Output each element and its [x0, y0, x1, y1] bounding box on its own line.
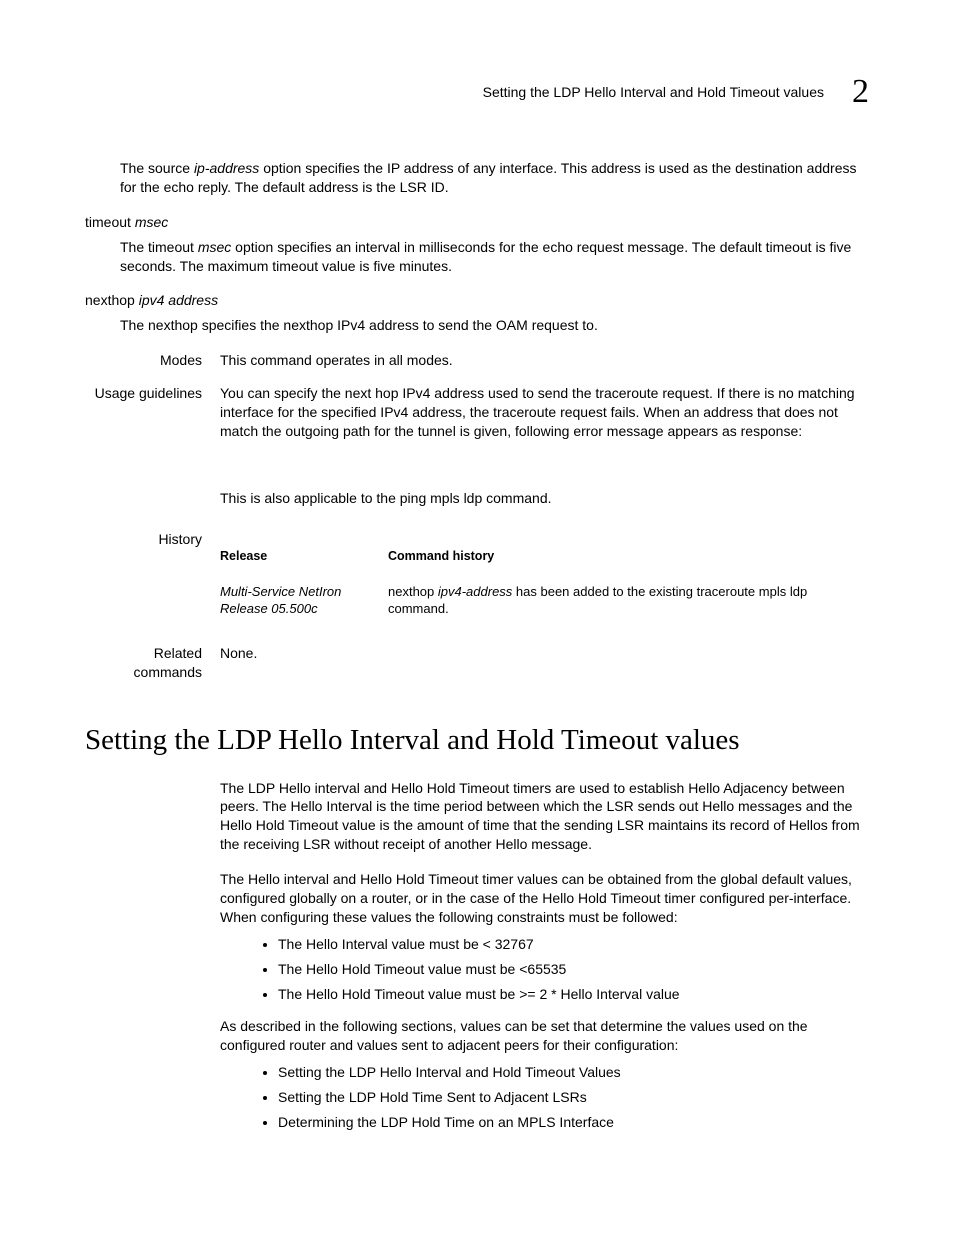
timeout-option-label: timeout msec — [85, 213, 869, 232]
list-item: The Hello Hold Timeout value must be <65… — [278, 960, 869, 979]
section-body: The LDP Hello interval and Hello Hold Ti… — [220, 779, 869, 1132]
history-label: History — [85, 530, 220, 618]
page: Setting the LDP Hello Interval and Hold … — [0, 0, 954, 1235]
related-label: Related commands — [85, 644, 220, 682]
nexthop-option-label: nexthop ipv4 address — [85, 291, 869, 310]
history-col2-head: Command history — [388, 548, 869, 565]
list-item: Setting the LDP Hello Interval and Hold … — [278, 1063, 869, 1082]
running-title: Setting the LDP Hello Interval and Hold … — [483, 83, 824, 102]
section-p3: As described in the following sections, … — [220, 1017, 869, 1055]
list-item: Determining the LDP Hold Time on an MPLS… — [278, 1113, 869, 1132]
usage-para1: You can specify the next hop IPv4 addres… — [220, 384, 869, 441]
history-body: Release Command history Multi-Service Ne… — [220, 530, 869, 618]
history-change: nexthop ipv4-address has been added to t… — [388, 583, 869, 618]
usage-row: Usage guidelines You can specify the nex… — [85, 384, 869, 524]
usage-body: You can specify the next hop IPv4 addres… — [220, 384, 869, 524]
nexthop-option-desc: The nexthop specifies the nexthop IPv4 a… — [85, 316, 869, 335]
section-heading: Setting the LDP Hello Interval and Hold … — [85, 721, 869, 760]
timeout-option-desc: The timeout msec option specifies an int… — [85, 238, 869, 276]
constraints-list: The Hello Interval value must be < 32767… — [220, 935, 869, 1004]
related-row: Related commands None. — [85, 644, 869, 682]
usage-label: Usage guidelines — [85, 384, 220, 524]
modes-row: Modes This command operates in all modes… — [85, 351, 869, 370]
source-option-desc: The source ip-address option specifies t… — [85, 159, 869, 197]
list-item: The Hello Interval value must be < 32767 — [278, 935, 869, 954]
topics-list: Setting the LDP Hello Interval and Hold … — [220, 1063, 869, 1132]
history-col1-head: Release — [220, 548, 388, 565]
list-item: The Hello Hold Timeout value must be >= … — [278, 985, 869, 1004]
history-release: Multi-Service NetIron Release 05.500c — [220, 583, 388, 618]
chapter-number: 2 — [852, 75, 869, 109]
history-row: History Release Command history Multi-Se… — [85, 530, 869, 618]
section-p2: The Hello interval and Hello Hold Timeou… — [220, 870, 869, 927]
related-text: None. — [220, 644, 869, 682]
section-p1: The LDP Hello interval and Hello Hold Ti… — [220, 779, 869, 855]
related-label-line2: commands — [85, 663, 202, 682]
modes-label: Modes — [85, 351, 220, 370]
history-table-head: Release Command history — [220, 548, 869, 579]
history-table-row: Multi-Service NetIron Release 05.500c ne… — [220, 583, 869, 618]
running-header: Setting the LDP Hello Interval and Hold … — [85, 75, 869, 109]
related-label-line1: Related — [85, 644, 202, 663]
list-item: Setting the LDP Hold Time Sent to Adjace… — [278, 1088, 869, 1107]
modes-text: This command operates in all modes. — [220, 351, 869, 370]
usage-para2: This is also applicable to the ping mpls… — [220, 489, 869, 508]
